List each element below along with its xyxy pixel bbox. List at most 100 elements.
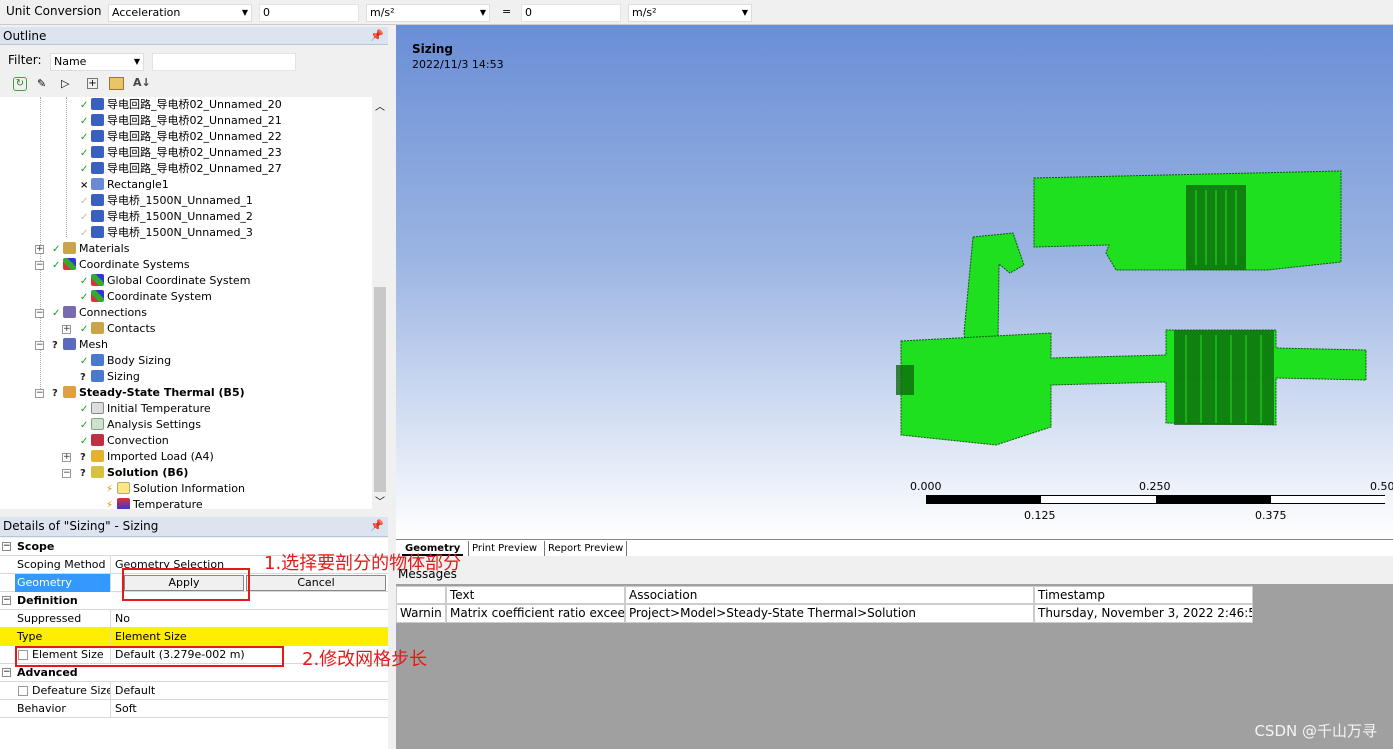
value-from-input[interactable]: 0: [259, 4, 359, 22]
unit-conversion-label: Unit Conversion: [6, 4, 102, 18]
tree-item-coordinate-systems[interactable]: ✓ Coordinate Systems: [52, 257, 190, 273]
tree-item[interactable]: ✓ 导电桥_1500N_Unnamed_2: [80, 209, 253, 225]
prop-value[interactable]: No: [112, 610, 388, 628]
collapse-toggle[interactable]: −: [62, 469, 71, 478]
collapse-icon[interactable]: −: [2, 596, 11, 605]
tree-item[interactable]: ✓ 导电回路_导电桥02_Unnamed_20: [80, 97, 282, 113]
collapse-icon[interactable]: −: [2, 668, 11, 677]
tree-item-label: Steady-State Thermal (B5): [79, 386, 245, 399]
tab-print-preview[interactable]: Print Preview: [468, 541, 540, 556]
expand-all-icon[interactable]: +: [87, 78, 98, 89]
mesh-body-lower: [900, 329, 1367, 446]
tree-item-connections[interactable]: ✓ Connections: [52, 305, 147, 321]
tree-item-label: Global Coordinate System: [107, 274, 251, 287]
message-association[interactable]: Project>Model>Steady-State Thermal>Solut…: [625, 604, 1034, 623]
collapse-icon[interactable]: −: [2, 542, 11, 551]
col-header-text[interactable]: Text: [446, 586, 625, 604]
prop-value[interactable]: Default: [112, 682, 388, 700]
tree-item[interactable]: ⚡ Solution Information: [106, 481, 245, 497]
tree-item[interactable]: ✓ 导电桥_1500N_Unnamed_3: [80, 225, 253, 241]
refresh-icon[interactable]: ↻: [13, 77, 27, 91]
tree-item-label: Rectangle1: [107, 178, 169, 191]
pin-icon[interactable]: 📌: [370, 27, 384, 45]
scroll-thumb[interactable]: [374, 287, 386, 492]
row-behavior[interactable]: Behavior Soft: [0, 700, 388, 718]
row-suppressed[interactable]: Suppressed No: [0, 610, 388, 628]
splitter[interactable]: [396, 556, 1393, 566]
chevron-up-icon[interactable]: ︿: [375, 98, 385, 113]
expand-toggle[interactable]: +: [35, 245, 44, 254]
tree-item[interactable]: ? Imported Load (A4): [80, 449, 214, 465]
chevron-down-icon[interactable]: ﹀: [375, 493, 385, 508]
tree-item-sizing[interactable]: ? Sizing: [80, 369, 140, 385]
sort-icon[interactable]: A↓: [133, 76, 151, 89]
tree-item-label: Analysis Settings: [107, 418, 201, 431]
convection-icon: [91, 434, 104, 446]
row-defeature-size[interactable]: Defeature Size Default: [0, 682, 388, 700]
tree-item-analysis[interactable]: ? Steady-State Thermal (B5): [52, 385, 245, 401]
unit-to-select[interactable]: m/s² ▼: [628, 4, 752, 22]
pin-icon[interactable]: 📌: [370, 517, 384, 535]
prop-value[interactable]: Element Size: [112, 628, 388, 646]
annotation-box-element-size: [15, 646, 284, 667]
axes-icon: [63, 258, 76, 270]
tree-item-solution[interactable]: ? Solution (B6): [80, 465, 188, 481]
tree-item-materials[interactable]: ✓ Materials: [52, 241, 129, 257]
tree-item[interactable]: ✓ Body Sizing: [80, 353, 171, 369]
col-header-type[interactable]: [396, 586, 446, 604]
tree-item[interactable]: ✓ 导电回路_导电桥02_Unnamed_22: [80, 129, 282, 145]
row-type[interactable]: Type Element Size: [0, 628, 388, 646]
tree-item[interactable]: ⚡ Temperature: [106, 497, 203, 509]
outline-header: Outline 📌: [0, 27, 388, 45]
collapse-toggle[interactable]: −: [35, 341, 44, 350]
suppress-icon[interactable]: ▷: [61, 77, 77, 91]
message-timestamp[interactable]: Thursday, November 3, 2022 2:46:53: [1034, 604, 1253, 623]
tree-item[interactable]: × Rectangle1: [80, 177, 169, 193]
expand-toggle[interactable]: +: [62, 453, 71, 462]
cancel-button[interactable]: Cancel: [246, 575, 386, 591]
col-header-timestamp[interactable]: Timestamp: [1034, 586, 1253, 604]
body-icon: [91, 162, 104, 174]
tree-item[interactable]: ✓ Global Coordinate System: [80, 273, 250, 289]
tree-item-label: 导电回路_导电桥02_Unnamed_27: [107, 162, 282, 175]
filter-text-input[interactable]: [152, 53, 296, 71]
message-type[interactable]: Warnin: [396, 604, 446, 623]
filter-select[interactable]: Name ▼: [50, 53, 144, 71]
filter-bar: Filter: Name ▼: [0, 46, 388, 74]
sizing-icon: [91, 370, 104, 382]
tree-item-mesh[interactable]: ? Mesh: [52, 337, 108, 353]
collapse-toggle[interactable]: −: [35, 389, 44, 398]
tree-scrollbar[interactable]: ︿ ﹀: [372, 97, 388, 509]
folder-icon[interactable]: [109, 77, 124, 90]
body-icon: [91, 98, 104, 110]
quantity-select[interactable]: Acceleration ▼: [108, 4, 252, 22]
message-text[interactable]: Matrix coefficient ratio exceeds: [446, 604, 625, 623]
tree-item[interactable]: ✓ Analysis Settings: [80, 417, 201, 433]
tree-item[interactable]: ✓ 导电回路_导电桥02_Unnamed_23: [80, 145, 282, 161]
unit-from-select[interactable]: m/s² ▼: [366, 4, 490, 22]
col-header-association[interactable]: Association: [625, 586, 1034, 604]
tree-item[interactable]: ✓ Convection: [80, 433, 169, 449]
expand-toggle[interactable]: +: [62, 325, 71, 334]
collapse-toggle[interactable]: −: [35, 309, 44, 318]
tree-item[interactable]: ✓ 导电桥_1500N_Unnamed_1: [80, 193, 253, 209]
prop-value[interactable]: Soft: [112, 700, 388, 718]
tree-item[interactable]: ✓ 导电回路_导电桥02_Unnamed_21: [80, 113, 282, 129]
tab-report-preview[interactable]: Report Preview: [544, 541, 628, 556]
tree-item-label: Coordinate Systems: [79, 258, 190, 271]
collapse-toggle[interactable]: −: [35, 261, 44, 270]
tree-item[interactable]: ✓ Contacts: [80, 321, 156, 337]
tree-item-label: 导电桥_1500N_Unnamed_2: [107, 210, 253, 223]
tree-item[interactable]: ✓ 导电回路_导电桥02_Unnamed_27: [80, 161, 282, 177]
value-to-input[interactable]: 0: [521, 4, 621, 22]
tree-item[interactable]: ✓ Initial Temperature: [80, 401, 211, 417]
mesh-model[interactable]: [396, 25, 1393, 539]
tree-filter-icon[interactable]: ✎: [37, 77, 52, 91]
unit-conversion-toolbar: Unit Conversion Acceleration ▼ 0 m/s² ▼ = …: [0, 0, 1393, 25]
axes-icon: [91, 290, 104, 302]
temperature-icon: [91, 402, 104, 414]
graphics-viewport[interactable]: Sizing 2022/11/3 14:53 0.000 0.250 0.50 …: [396, 25, 1393, 539]
prop-key: Geometry: [15, 574, 111, 592]
chevron-down-icon: ▼: [133, 57, 140, 66]
tree-item[interactable]: ✓ Coordinate System: [80, 289, 212, 305]
